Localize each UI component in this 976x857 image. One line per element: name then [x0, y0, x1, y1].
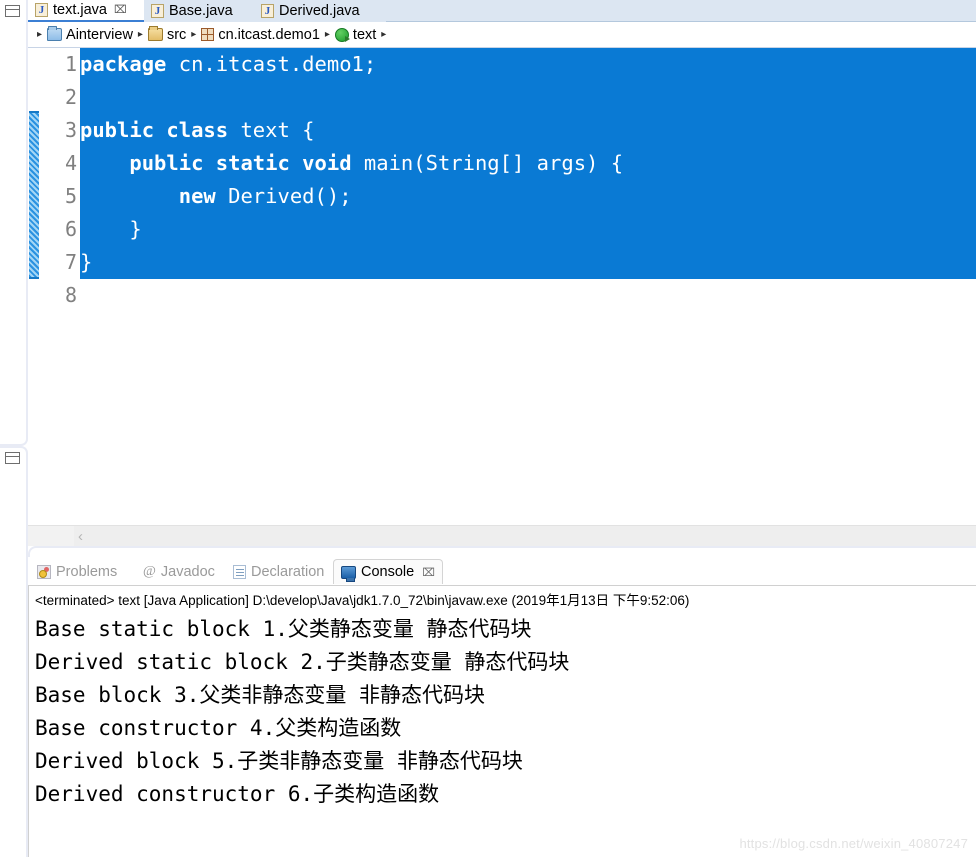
- problems-icon: [37, 564, 51, 579]
- breadcrumb-item-class[interactable]: text: [334, 26, 377, 43]
- tab-base-java[interactable]: Base.java: [144, 0, 254, 22]
- tab-label: text.java: [53, 2, 107, 18]
- line-number: 1: [64, 52, 77, 76]
- close-icon[interactable]: ⌧: [114, 0, 127, 21]
- watermark: https://blog.csdn.net/weixin_40807247: [739, 836, 968, 851]
- tab-console[interactable]: Console ⌧: [333, 559, 443, 584]
- tab-label: Derived.java: [279, 3, 360, 19]
- editor-horizontal-scrollbar[interactable]: ‹: [28, 525, 976, 547]
- console-line: Derived constructor 6.子类构造函数: [35, 782, 440, 806]
- rail-segment-bottom: [0, 446, 28, 857]
- chevron-right-icon: ▸: [37, 29, 43, 40]
- editor-tab-bar: text.java ⌧ Base.java Derived.java: [28, 0, 976, 22]
- tab-label: Declaration: [251, 563, 325, 580]
- javadoc-at-icon: @: [143, 563, 156, 579]
- scrollbar-track[interactable]: [74, 526, 976, 547]
- breadcrumb-label: cn.itcast.demo1: [218, 26, 320, 43]
- java-class-icon: [334, 27, 350, 42]
- line-number: 3: [64, 118, 77, 142]
- line-number: 2: [64, 85, 77, 109]
- editor-area: text.java ⌧ Base.java Derived.java ▸ Ain…: [28, 0, 976, 557]
- code-line[interactable]: }: [80, 246, 976, 279]
- breadcrumb: ▸ Ainterview ▸ src ▸ cn.itcast.demo1 ▸ t…: [28, 22, 976, 48]
- declaration-icon: [233, 564, 246, 579]
- console-line: Base block 3.父类非静态变量 非静态代码块: [35, 683, 486, 707]
- code-line[interactable]: new Derived();: [80, 180, 976, 213]
- java-file-icon: [35, 3, 48, 17]
- left-minimized-rail: [0, 0, 28, 857]
- editor-bottom-edge: [28, 546, 976, 557]
- java-file-icon: [261, 4, 274, 18]
- tab-label: Console: [361, 564, 415, 580]
- line-number: 4: [64, 151, 77, 175]
- breadcrumb-item-package[interactable]: cn.itcast.demo1: [201, 27, 320, 43]
- restore-window-icon[interactable]: [5, 452, 20, 464]
- tab-derived-java[interactable]: Derived.java: [254, 0, 386, 22]
- code-editor-pane[interactable]: 1 2 3 4 5 6 7 8 package cn.itcast.demo1;…: [28, 48, 976, 525]
- console-output-lines: Base static block 1.父类静态变量 静态代码块 Derived…: [29, 611, 976, 811]
- line-number-gutter: 1 2 3 4 5 6 7 8: [40, 48, 80, 525]
- marker-column[interactable]: [28, 48, 40, 525]
- breadcrumb-label: text: [352, 26, 377, 43]
- console-line: Derived static block 2.子类静态变量 静态代码块: [35, 650, 570, 674]
- java-file-icon: [151, 4, 164, 18]
- tab-label: Javadoc: [160, 563, 215, 580]
- chevron-right-icon: ▸: [191, 29, 197, 40]
- console-line: Derived block 5.子类非静态变量 非静态代码块: [35, 749, 523, 773]
- console-output-area[interactable]: <terminated> text [Java Application] D:\…: [28, 585, 976, 857]
- breadcrumb-label: Ainterview: [66, 26, 133, 43]
- console-line: Base static block 1.父类静态变量 静态代码块: [35, 617, 532, 641]
- code-line[interactable]: [80, 81, 976, 114]
- chevron-right-icon: ▸: [381, 29, 387, 40]
- line-number: 5: [64, 184, 77, 208]
- console-status-line: <terminated> text [Java Application] D:\…: [35, 593, 690, 608]
- restore-window-icon[interactable]: [5, 5, 20, 17]
- selection-marker: [29, 111, 39, 279]
- tab-text-java[interactable]: text.java ⌧: [28, 0, 144, 22]
- line-number: 7: [64, 250, 77, 274]
- code-text[interactable]: package cn.itcast.demo1; public class te…: [80, 48, 976, 525]
- line-number: 8: [64, 283, 77, 307]
- console-icon: [341, 565, 356, 582]
- project-folder-icon: [47, 26, 63, 41]
- source-folder-icon: [147, 26, 163, 41]
- line-number: 6: [64, 217, 77, 241]
- code-line[interactable]: }: [80, 213, 976, 246]
- breadcrumb-item-project[interactable]: Ainterview: [47, 26, 133, 43]
- close-icon[interactable]: ⌧: [422, 566, 435, 579]
- rail-segment-top: [0, 0, 28, 446]
- code-line[interactable]: public static void main(String[] args) {: [80, 147, 976, 180]
- package-icon: [201, 28, 215, 41]
- chevron-right-icon: ▸: [324, 29, 330, 40]
- tab-problems[interactable]: Problems: [30, 559, 124, 584]
- tab-label: Problems: [56, 563, 118, 580]
- code-line[interactable]: [80, 279, 976, 312]
- tab-label: Base.java: [169, 3, 233, 19]
- tab-javadoc[interactable]: @ Javadoc: [136, 559, 222, 584]
- code-line[interactable]: public class text {: [80, 114, 976, 147]
- console-tab-bar: Problems @ Javadoc Declaration Console ⌧: [28, 557, 976, 585]
- chevron-right-icon: ▸: [137, 29, 143, 40]
- console-line: Base constructor 4.父类构造函数: [35, 716, 402, 740]
- eclipse-ide-window: text.java ⌧ Base.java Derived.java ▸ Ain…: [0, 0, 976, 857]
- code-line[interactable]: package cn.itcast.demo1;: [80, 48, 976, 81]
- breadcrumb-label: src: [166, 26, 187, 43]
- console-panel: Problems @ Javadoc Declaration Console ⌧…: [28, 557, 976, 857]
- chevron-left-icon[interactable]: ‹: [78, 529, 83, 544]
- tab-declaration[interactable]: Declaration: [226, 559, 331, 584]
- breadcrumb-item-src[interactable]: src: [147, 26, 187, 43]
